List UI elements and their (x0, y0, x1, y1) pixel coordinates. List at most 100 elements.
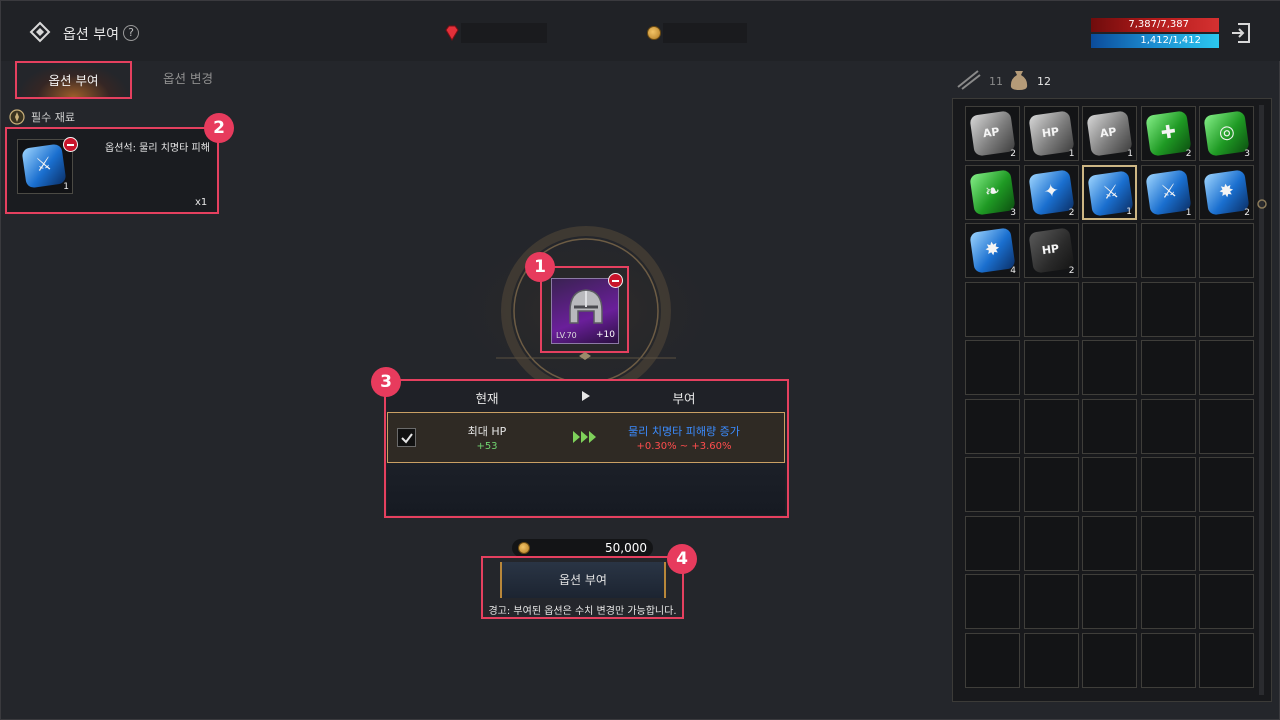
weapon-icon[interactable] (956, 69, 982, 91)
inventory-slot[interactable] (1140, 340, 1196, 395)
stone-glyph: ◎ (1217, 120, 1236, 144)
inventory-slot[interactable] (1140, 457, 1196, 512)
inventory-slot[interactable] (1082, 223, 1137, 278)
option-checkbox[interactable] (397, 428, 416, 447)
inventory-slot[interactable] (1023, 457, 1079, 512)
inventory-slot[interactable]: ◎ 3 (1199, 106, 1254, 161)
stone-glyph: ✦ (1041, 179, 1060, 203)
inventory-slot[interactable] (1082, 515, 1137, 571)
inventory-slot[interactable] (1199, 223, 1254, 278)
inventory-slot[interactable] (1140, 632, 1196, 688)
stone-glyph: ⚔ (1101, 180, 1121, 204)
inventory-slot[interactable] (1140, 398, 1196, 454)
badge-2: 2 (204, 113, 234, 143)
top-bar (1, 1, 1280, 61)
inventory-slot[interactable]: HP 1 (1023, 106, 1079, 161)
inventory-slot[interactable] (965, 457, 1020, 512)
option-stone-green-icon: ✚ (1144, 110, 1192, 157)
inventory-slot[interactable]: ⚔ 1 (1082, 164, 1137, 220)
inventory-slot[interactable] (1082, 457, 1137, 512)
tab-option-change[interactable]: 옵션 변경 (133, 61, 243, 99)
inventory-slot[interactable] (1082, 398, 1137, 454)
ruby-icon (445, 25, 459, 41)
option-stone-grey-icon: HP (1027, 110, 1075, 157)
cost-display: 50,000 (512, 539, 653, 557)
inventory-slot[interactable] (965, 281, 1020, 337)
menu-diamond-icon[interactable] (29, 21, 51, 43)
inventory-grid: AP 2 HP 1 AP 1 ✚ 2 ◎ 3 ❧ 3 ✦ 2 ⚔ 1 ⚔ 1 ✸ 2 ✸ 4 HP 2 (965, 106, 1260, 698)
option-stone-green-icon: ❧ (969, 168, 1016, 216)
current-option-name: 최대 HP (467, 425, 507, 438)
item-count: 2 (1068, 266, 1075, 276)
inventory-slot[interactable]: AP 2 (965, 106, 1020, 161)
inventory-slot[interactable] (1199, 340, 1254, 395)
page-title: 옵션 부여 (63, 27, 119, 43)
inventory-slot[interactable] (1199, 457, 1254, 512)
bag-icon[interactable] (1009, 67, 1029, 91)
help-icon[interactable]: ? (123, 25, 139, 41)
item-count: 1 (1068, 149, 1075, 159)
inventory-slot[interactable] (1199, 398, 1254, 454)
inventory-scrollbar[interactable] (1259, 105, 1264, 695)
inventory-slot[interactable] (1082, 340, 1137, 395)
stone-glyph: ✸ (1217, 179, 1236, 203)
inventory-slot[interactable] (1023, 340, 1079, 395)
inventory-slot[interactable] (965, 515, 1020, 571)
inventory-slot[interactable] (965, 632, 1020, 688)
inventory-slot[interactable] (1082, 574, 1137, 629)
stone-glyph: HP (1040, 124, 1060, 141)
material-count: 1 (63, 182, 69, 192)
item-count: 2 (1068, 207, 1075, 218)
inventory-slot[interactable]: ⚔ 1 (1140, 164, 1196, 220)
tab-option-grant[interactable]: 옵션 부여 (15, 61, 132, 99)
check-icon (401, 433, 413, 444)
grant-option-range: +0.30% ~ +3.60% (636, 441, 732, 452)
grant-option-name: 물리 치명타 피해량 증가 (628, 425, 740, 438)
remove-material-icon[interactable] (63, 137, 78, 152)
inventory-slot[interactable] (1023, 515, 1079, 571)
inventory-slot[interactable] (1023, 398, 1079, 454)
inventory-slot[interactable]: AP 1 (1082, 106, 1137, 161)
option-empty-area (387, 463, 785, 515)
option-stone-icon: ⚔ (21, 143, 67, 189)
grant-option-button[interactable]: 옵션 부여 (500, 562, 666, 598)
item-count: 4 (1010, 266, 1016, 276)
material-quantity: x1 (195, 197, 208, 208)
inventory-slot[interactable] (1199, 515, 1254, 571)
stone-glyph: AP (1099, 125, 1118, 141)
inventory-slot[interactable] (965, 574, 1020, 629)
inventory-slot[interactable] (1082, 632, 1137, 688)
item-count: 3 (1010, 207, 1016, 218)
option-stone-blue-icon: ⚔ (1144, 168, 1192, 216)
inventory-slot[interactable]: ✸ 4 (965, 223, 1020, 278)
compass-icon (9, 109, 25, 125)
stone-glyph: HP (1040, 241, 1060, 258)
gold-amount-bar (663, 23, 747, 43)
inventory-slot[interactable] (1199, 574, 1254, 629)
inventory-slot[interactable] (1023, 281, 1079, 337)
scroll-thumb-icon[interactable] (1257, 199, 1267, 209)
inventory-slot[interactable] (1140, 515, 1196, 571)
inventory-slot[interactable]: ✦ 2 (1023, 164, 1079, 220)
inventory-slot[interactable]: HP 2 (1023, 223, 1079, 278)
inventory-slot[interactable] (1140, 574, 1196, 629)
inventory-slot[interactable] (1023, 574, 1079, 629)
inventory-slot[interactable] (965, 398, 1020, 454)
required-materials-label: 필수 재료 (31, 111, 75, 124)
grant-header: 부여 (672, 391, 696, 406)
exit-icon[interactable] (1229, 21, 1253, 45)
inventory-slot[interactable] (1140, 281, 1196, 337)
gold-coin-icon (647, 26, 661, 40)
inventory-slot[interactable]: ❧ 3 (965, 164, 1020, 220)
inventory-slot[interactable] (1199, 632, 1254, 688)
inventory-slot[interactable] (1199, 281, 1254, 337)
inventory-slot[interactable]: ✚ 2 (1140, 106, 1196, 161)
ornament-icon (579, 352, 591, 360)
inventory-slot[interactable] (1082, 281, 1137, 337)
inventory-slot[interactable] (1140, 223, 1196, 278)
inventory-slot[interactable]: ✸ 2 (1199, 164, 1254, 220)
inventory-slot[interactable] (965, 340, 1020, 395)
option-stone-blue-icon: ✸ (1203, 168, 1250, 216)
inventory-slot[interactable] (1023, 632, 1079, 688)
item-count: 1 (1185, 207, 1192, 218)
